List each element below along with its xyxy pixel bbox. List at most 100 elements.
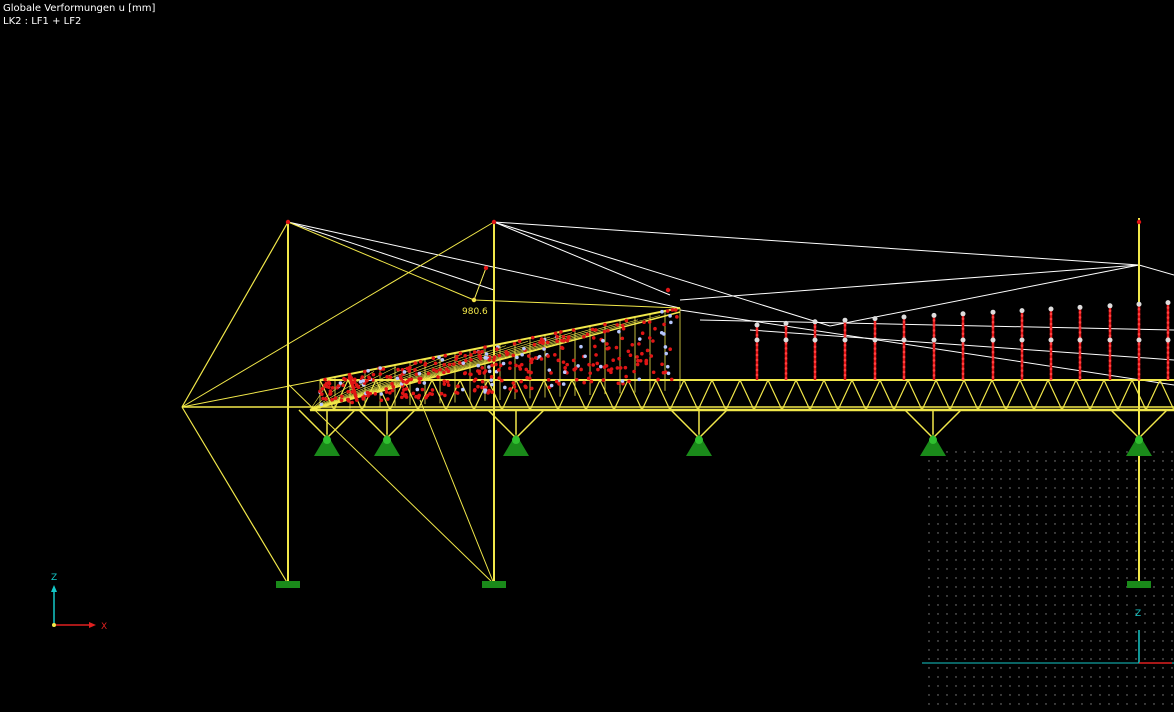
truss-diagonal	[837, 379, 853, 411]
hanger-node	[1166, 366, 1170, 369]
roof-node	[623, 365, 628, 370]
roof-node	[560, 346, 565, 351]
roof-node	[559, 330, 563, 334]
roof-node	[342, 376, 346, 381]
roof-node	[371, 372, 376, 377]
roof-node	[526, 354, 531, 358]
hinged-support-icon	[1135, 436, 1143, 444]
roof-node	[468, 372, 472, 376]
roof-node	[660, 309, 664, 314]
hanger-node	[1108, 374, 1112, 378]
hanger-node	[961, 377, 965, 381]
hanger-node	[873, 367, 877, 370]
roof-node	[561, 334, 566, 339]
roof-node	[665, 364, 670, 369]
roof-node	[626, 349, 631, 354]
roof-node	[385, 375, 389, 379]
mast-top-node	[665, 287, 671, 293]
stay-line	[419, 399, 495, 585]
roof-node	[452, 362, 456, 366]
roof-node	[538, 340, 542, 345]
roof-node	[333, 396, 338, 400]
truss-diagonal	[1033, 379, 1049, 411]
hanger-node	[961, 317, 965, 321]
roof-node	[487, 365, 491, 369]
roof-node	[632, 369, 636, 374]
roof-node	[320, 392, 324, 397]
roof-node	[469, 353, 473, 357]
hanger-node	[1166, 351, 1170, 354]
stay-line	[181, 379, 321, 408]
cable-line	[699, 319, 1174, 331]
roof-node	[642, 320, 646, 325]
roof-node	[320, 386, 325, 391]
hanger-node	[755, 328, 759, 332]
hanger-node	[1137, 357, 1141, 361]
hanger-node	[1166, 326, 1170, 329]
roof-node	[620, 379, 625, 383]
hanger-node	[1078, 326, 1082, 329]
roof-node	[490, 363, 494, 368]
cable-node	[931, 337, 937, 343]
roof-node	[401, 379, 406, 384]
roof-node	[668, 347, 672, 352]
3d-viewport[interactable]: Globale Verformungen u [mm] LK2 : LF1 + …	[0, 0, 1174, 712]
roof-node	[361, 379, 365, 383]
structure-model[interactable]: 980.6 Z X Z	[0, 0, 1174, 712]
roof-node	[529, 386, 534, 391]
roof-node	[422, 381, 427, 385]
stay-line	[181, 221, 289, 408]
roof-node	[514, 389, 519, 393]
roof-node	[549, 383, 554, 388]
hanger-node	[1166, 371, 1170, 374]
support-leg	[932, 409, 962, 439]
roof-node	[605, 346, 610, 351]
cable-line	[679, 264, 1140, 301]
truss-diagonal	[571, 379, 587, 411]
roof-node	[542, 347, 546, 351]
roof-node	[327, 381, 332, 386]
x-axis-label: X	[101, 622, 107, 632]
roof-node	[340, 394, 344, 399]
hanger-node	[1137, 347, 1141, 351]
hanger-node	[991, 375, 995, 379]
roof-node	[411, 391, 416, 396]
roof-node	[483, 345, 487, 349]
truss-diagonal	[879, 379, 895, 411]
roof-node	[373, 392, 378, 396]
cable-node	[1019, 337, 1025, 343]
max-deformation-label: 980.6	[462, 307, 488, 317]
hanger-node	[843, 348, 847, 352]
hanger-node	[991, 320, 995, 324]
hanger-node	[813, 370, 817, 374]
roof-node	[587, 362, 591, 367]
support-leg	[298, 409, 328, 439]
hanger-node	[873, 362, 877, 365]
roof-node	[420, 387, 425, 392]
roof-node	[617, 356, 621, 361]
cable-node	[1048, 306, 1054, 312]
roof-node	[368, 391, 373, 396]
truss-diagonal	[1047, 379, 1063, 411]
truss-diagonal	[1089, 379, 1105, 411]
hanger-node	[1078, 331, 1082, 334]
roof-node	[546, 377, 551, 382]
truss-diagonal	[1019, 379, 1035, 411]
cable-node	[812, 319, 818, 325]
roof-node	[555, 339, 559, 343]
roof-node	[328, 392, 332, 396]
truss-diagonal	[711, 379, 727, 411]
roof-node	[352, 377, 357, 382]
hanger-node	[1049, 357, 1053, 361]
roof-node	[545, 340, 550, 345]
roof-node	[339, 398, 344, 403]
hanger-node	[1049, 377, 1053, 381]
roof-node	[458, 351, 463, 356]
hanger-node	[902, 375, 906, 379]
roof-node	[443, 353, 448, 358]
roof-node	[379, 398, 384, 403]
roof-node	[360, 375, 365, 379]
hanger-node	[1166, 311, 1170, 314]
hanger-node	[991, 325, 995, 329]
hanger-node	[1020, 359, 1024, 362]
